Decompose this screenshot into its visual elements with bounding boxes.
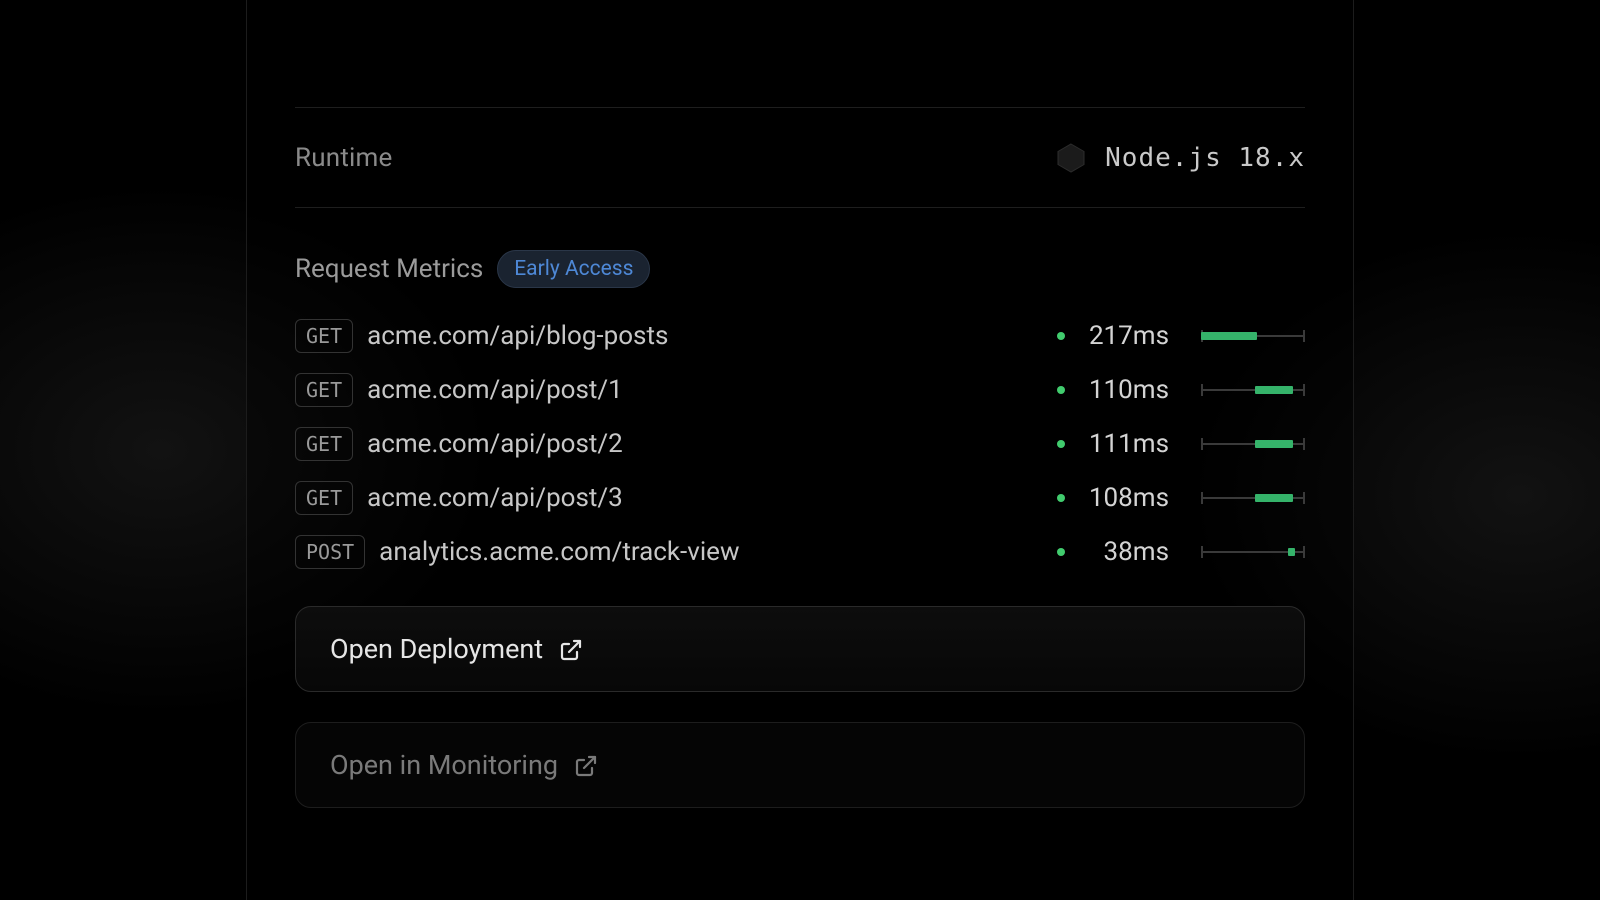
latency-sparkline bbox=[1201, 546, 1305, 558]
latency-sparkline bbox=[1201, 438, 1305, 450]
runtime-value-text: Node.js 18.x bbox=[1105, 143, 1305, 173]
request-metrics-header: Request Metrics Early Access bbox=[295, 250, 1305, 288]
metric-row[interactable]: GET acme.com/api/post/2 111ms bbox=[295, 424, 1305, 464]
http-method-badge: GET bbox=[295, 427, 353, 461]
status-dot-icon bbox=[1057, 332, 1065, 340]
status-dot-icon bbox=[1057, 494, 1065, 502]
http-method-badge: POST bbox=[295, 535, 365, 569]
runtime-value: Node.js 18.x bbox=[1055, 142, 1305, 174]
http-method-badge: GET bbox=[295, 373, 353, 407]
external-link-icon bbox=[559, 637, 583, 661]
request-metrics-list: GET acme.com/api/blog-posts 217ms GET acme.c… bbox=[295, 316, 1305, 572]
metric-row[interactable]: POST analytics.acme.com/track-view 38ms bbox=[295, 532, 1305, 572]
endpoint-url: acme.com/api/post/3 bbox=[367, 483, 623, 513]
nodejs-hex-icon bbox=[1055, 142, 1087, 174]
request-metrics-title: Request Metrics bbox=[295, 254, 483, 284]
latency-value: 111ms bbox=[1079, 429, 1169, 459]
early-access-badge: Early Access bbox=[497, 250, 650, 288]
open-in-monitoring-label: Open in Monitoring bbox=[330, 749, 558, 781]
open-in-monitoring-button[interactable]: Open in Monitoring bbox=[295, 722, 1305, 808]
external-link-icon bbox=[574, 753, 598, 777]
latency-value: 38ms bbox=[1079, 537, 1169, 567]
status-dot-icon bbox=[1057, 548, 1065, 556]
latency-sparkline bbox=[1201, 330, 1305, 342]
latency-value: 217ms bbox=[1079, 321, 1169, 351]
open-deployment-button[interactable]: Open Deployment bbox=[295, 606, 1305, 692]
http-method-badge: GET bbox=[295, 481, 353, 515]
details-panel: Runtime Node.js 18.x Request Metrics Ear… bbox=[246, 0, 1354, 900]
panel-top-divider bbox=[295, 0, 1305, 108]
runtime-row: Runtime Node.js 18.x bbox=[295, 108, 1305, 208]
endpoint-url: acme.com/api/blog-posts bbox=[367, 321, 668, 351]
endpoint-url: acme.com/api/post/1 bbox=[367, 375, 623, 405]
latency-sparkline bbox=[1201, 384, 1305, 396]
open-deployment-label: Open Deployment bbox=[330, 633, 543, 665]
status-dot-icon bbox=[1057, 386, 1065, 394]
metric-row[interactable]: GET acme.com/api/post/3 108ms bbox=[295, 478, 1305, 518]
endpoint-url: analytics.acme.com/track-view bbox=[379, 537, 739, 567]
runtime-label: Runtime bbox=[295, 143, 393, 173]
latency-sparkline bbox=[1201, 492, 1305, 504]
latency-value: 108ms bbox=[1079, 483, 1169, 513]
status-dot-icon bbox=[1057, 440, 1065, 448]
metric-row[interactable]: GET acme.com/api/blog-posts 217ms bbox=[295, 316, 1305, 356]
endpoint-url: acme.com/api/post/2 bbox=[367, 429, 623, 459]
metric-row[interactable]: GET acme.com/api/post/1 110ms bbox=[295, 370, 1305, 410]
latency-value: 110ms bbox=[1079, 375, 1169, 405]
http-method-badge: GET bbox=[295, 319, 353, 353]
